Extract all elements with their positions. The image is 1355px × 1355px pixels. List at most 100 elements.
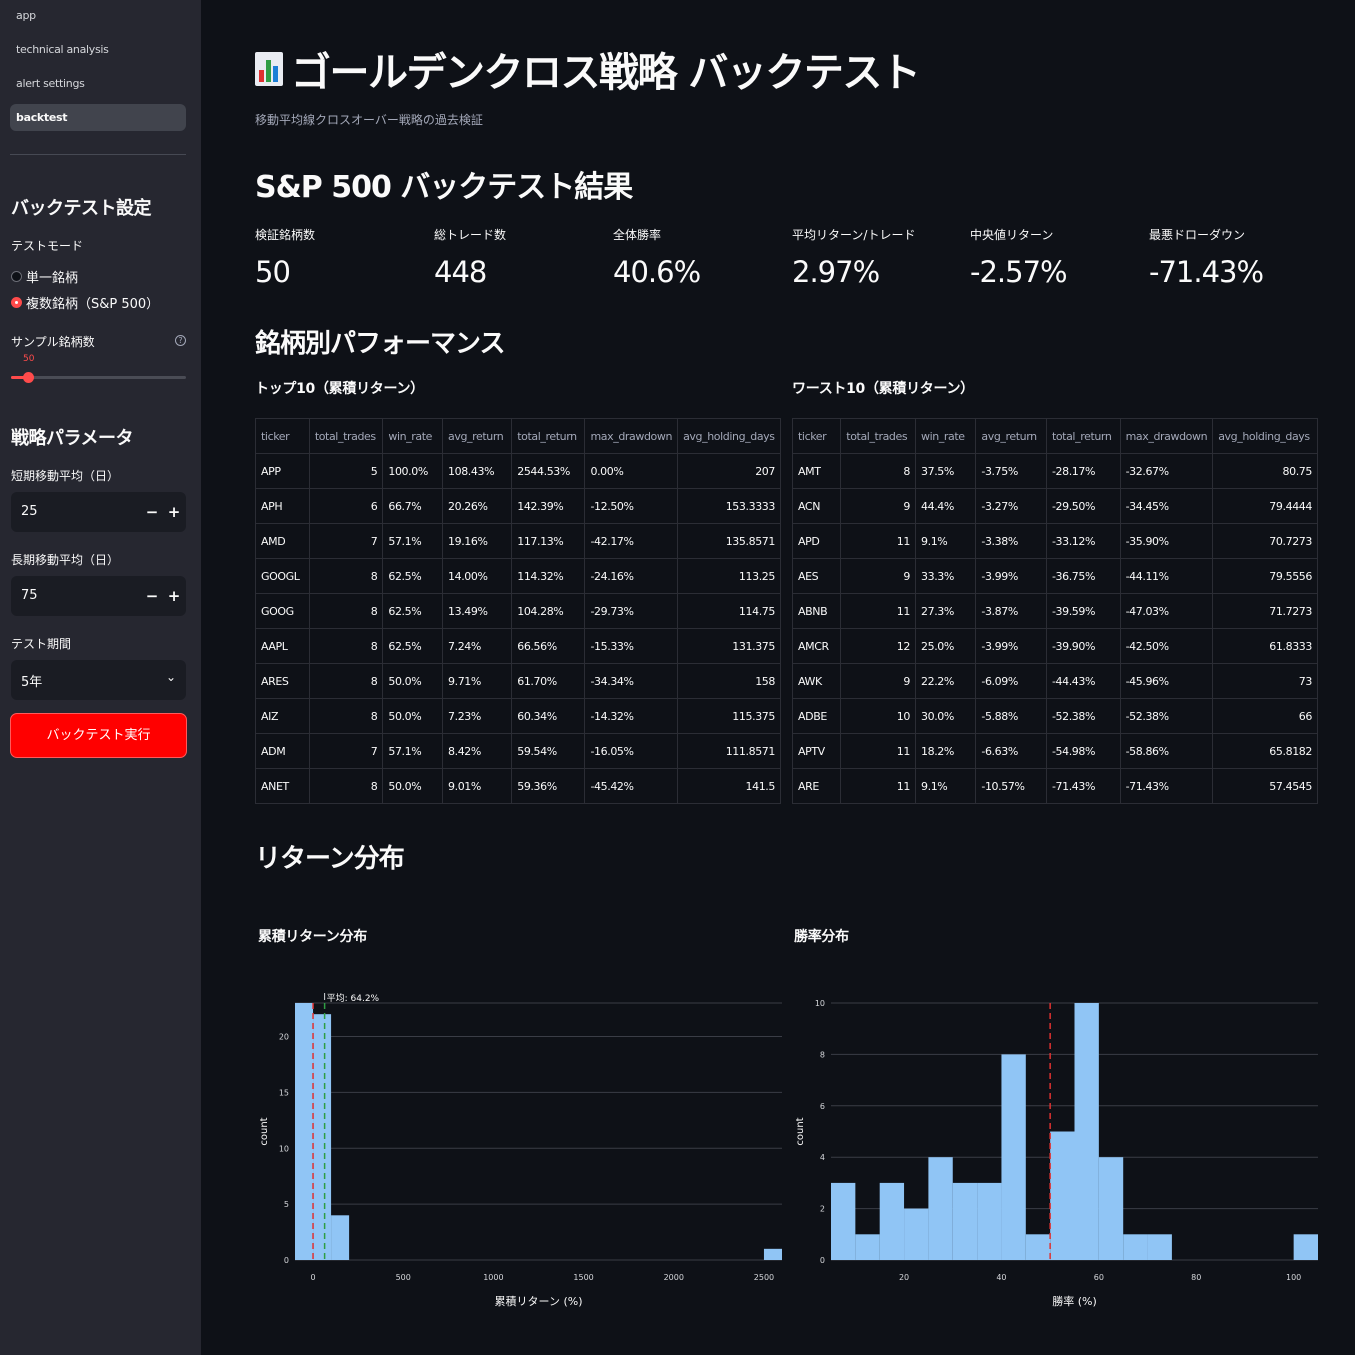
table-cell-total-trades: 11 [840, 593, 916, 629]
table-cell-avg-return: -6.63% [975, 733, 1047, 769]
table-row[interactable]: ADBE 10 30.0% -5.88% -52.38% -52.38% 66 [792, 698, 1318, 734]
table-cell-avg-holding-days: 61.8333 [1212, 628, 1318, 664]
worst10-table[interactable]: ticker total_trades win_rate avg_return tota… [792, 418, 1318, 804]
metric-value: -2.57% [970, 255, 1068, 289]
table-row[interactable]: APH 6 66.7% 20.26% 142.39% -12.50% 153.3333 [255, 488, 781, 524]
column-header-avg-holding-days[interactable]: avg_holding_days [677, 418, 781, 454]
table-header-row: ticker total_trades win_rate avg_return tota… [792, 418, 1318, 454]
x-tick-label: 80 [1191, 1273, 1201, 1282]
x-tick-label: 60 [1094, 1273, 1104, 1282]
column-header-total-trades[interactable]: total_trades [840, 418, 916, 454]
table-row[interactable]: AES 9 33.3% -3.99% -36.75% -44.11% 79.5556 [792, 558, 1318, 594]
histogram-bar [331, 1215, 350, 1260]
table-cell-max-drawdown: -45.96% [1120, 663, 1214, 699]
table-cell-total-trades: 8 [309, 628, 384, 664]
table-cell-avg-holding-days: 57.4545 [1212, 768, 1318, 804]
period-select[interactable]: 5年 ⌄ [11, 660, 186, 700]
table-cell-ticker: ADBE [792, 698, 842, 734]
table-cell-max-drawdown: -52.38% [1120, 698, 1214, 734]
top10-table[interactable]: ticker total_trades win_rate avg_return tota… [255, 418, 781, 804]
metric-value: -71.43% [1149, 255, 1264, 289]
table-row[interactable]: GOOG 8 62.5% 13.49% 104.28% -29.73% 114.75 [255, 593, 781, 629]
nav-item-technical-analysis[interactable]: technical analysis [10, 36, 186, 63]
long-ma-decrement-button[interactable]: − [141, 584, 163, 608]
table-cell-ticker: AWK [792, 663, 842, 699]
long-ma-increment-button[interactable]: + [163, 584, 185, 608]
period-value: 5年 [21, 675, 43, 690]
table-row[interactable]: AMT 8 37.5% -3.75% -28.17% -32.67% 80.75 [792, 453, 1318, 489]
table-row[interactable]: ACN 9 44.4% -3.27% -29.50% -34.45% 79.4444 [792, 488, 1318, 524]
table-row[interactable]: AMCR 12 25.0% -3.99% -39.90% -42.50% 61.8333 [792, 628, 1318, 664]
column-header-avg-return[interactable]: avg_return [975, 418, 1047, 454]
radio-single-label: 単一銘柄 [26, 271, 79, 286]
table-row[interactable]: ABNB 11 27.3% -3.87% -39.59% -47.03% 71.7273 [792, 593, 1318, 629]
table-cell-max-drawdown: -15.33% [584, 628, 679, 664]
table-cell-total-trades: 9 [840, 558, 916, 594]
table-row[interactable]: AMD 7 57.1% 19.16% 117.13% -42.17% 135.8571 [255, 523, 781, 559]
table-row[interactable]: APTV 11 18.2% -6.63% -54.98% -58.86% 65.8182 [792, 733, 1318, 769]
column-header-ticker[interactable]: ticker [255, 418, 310, 454]
nav-item-app[interactable]: app [10, 2, 186, 29]
slider-track[interactable] [11, 376, 186, 379]
table-cell-total-return: -29.50% [1046, 488, 1121, 524]
table-cell-ticker: AMD [255, 523, 310, 559]
table-row[interactable]: ARES 8 50.0% 9.71% 61.70% -34.34% 158 [255, 663, 781, 699]
table-row[interactable]: APD 11 9.1% -3.38% -33.12% -35.90% 70.7273 [792, 523, 1318, 559]
column-header-total-return[interactable]: total_return [511, 418, 586, 454]
table-cell-max-drawdown: -14.32% [584, 698, 679, 734]
table-row[interactable]: AWK 9 22.2% -6.09% -44.43% -45.96% 73 [792, 663, 1318, 699]
table-cell-max-drawdown: -45.42% [584, 768, 679, 804]
table-row[interactable]: AAPL 8 62.5% 7.24% 66.56% -15.33% 131.375 [255, 628, 781, 664]
short-ma-increment-button[interactable]: + [163, 500, 185, 524]
histogram-bar [1074, 1003, 1099, 1260]
table-cell-ticker: ARE [792, 768, 842, 804]
short-ma-decrement-button[interactable]: − [141, 500, 163, 524]
table-cell-avg-holding-days: 73 [1212, 663, 1318, 699]
table-cell-ticker: ABNB [792, 593, 842, 629]
table-cell-avg-holding-days: 113.25 [677, 558, 781, 594]
table-cell-total-return: 60.34% [511, 698, 586, 734]
short-ma-input[interactable]: 25 − + [11, 492, 186, 532]
column-header-max-drawdown[interactable]: max_drawdown [584, 418, 679, 454]
histogram-bar [904, 1208, 929, 1260]
win-rate-histogram: 0 2 4 6 8 10 20 40 60 80 100 勝率 (%) count [795, 999, 1318, 1308]
histogram-bar [1147, 1234, 1172, 1260]
column-header-avg-return[interactable]: avg_return [442, 418, 513, 454]
table-row[interactable]: ARE 11 9.1% -10.57% -71.43% -71.43% 57.4545 [792, 768, 1318, 804]
long-ma-value[interactable]: 75 [21, 588, 38, 603]
radio-single-stock[interactable]: 単一銘柄 [11, 267, 78, 286]
table-cell-win-rate: 50.0% [382, 698, 443, 734]
nav-item-alert-settings[interactable]: alert settings [10, 70, 186, 97]
slider-value: 50 [23, 354, 35, 364]
column-header-ticker[interactable]: ticker [792, 418, 842, 454]
table-cell-total-return: -33.12% [1046, 523, 1121, 559]
column-header-win-rate[interactable]: win_rate [382, 418, 443, 454]
column-header-total-trades[interactable]: total_trades [309, 418, 384, 454]
nav-item-backtest[interactable]: backtest [10, 104, 186, 131]
column-header-avg-holding-days[interactable]: avg_holding_days [1212, 418, 1318, 454]
run-backtest-button[interactable]: バックテスト実行 [10, 713, 187, 758]
table-cell-win-rate: 62.5% [382, 593, 443, 629]
table-row[interactable]: APP 5 100.0% 108.43% 2544.53% 0.00% 207 [255, 453, 781, 489]
help-icon[interactable]: ? [175, 335, 186, 346]
long-ma-input[interactable]: 75 − + [11, 576, 186, 616]
histogram-bar [763, 1248, 782, 1260]
table-cell-total-return: -36.75% [1046, 558, 1121, 594]
table-row[interactable]: ANET 8 50.0% 9.01% 59.36% -45.42% 141.5 [255, 768, 781, 804]
metric-stock-count: 検証銘柄数 50 [255, 226, 425, 289]
short-ma-value[interactable]: 25 [21, 504, 38, 519]
table-cell-total-return: 142.39% [511, 488, 586, 524]
column-header-win-rate[interactable]: win_rate [915, 418, 977, 454]
metric-value: 40.6% [613, 255, 701, 289]
table-row[interactable]: ADM 7 57.1% 8.42% 59.54% -16.05% 111.8571 [255, 733, 781, 769]
column-header-max-drawdown[interactable]: max_drawdown [1120, 418, 1214, 454]
table-cell-win-rate: 30.0% [915, 698, 977, 734]
column-header-total-return[interactable]: total_return [1046, 418, 1121, 454]
slider-thumb[interactable] [23, 372, 34, 383]
radio-multi-stock[interactable]: 複数銘柄（S&P 500） [11, 293, 159, 312]
performance-title: 銘柄別パフォーマンス [255, 329, 505, 359]
mean-annotation: 平均: 64.2% [327, 992, 380, 1004]
table-header-row: ticker total_trades win_rate avg_return tota… [255, 418, 781, 454]
table-row[interactable]: GOOGL 8 62.5% 14.00% 114.32% -24.16% 113.25 [255, 558, 781, 594]
table-row[interactable]: AIZ 8 50.0% 7.23% 60.34% -14.32% 115.375 [255, 698, 781, 734]
